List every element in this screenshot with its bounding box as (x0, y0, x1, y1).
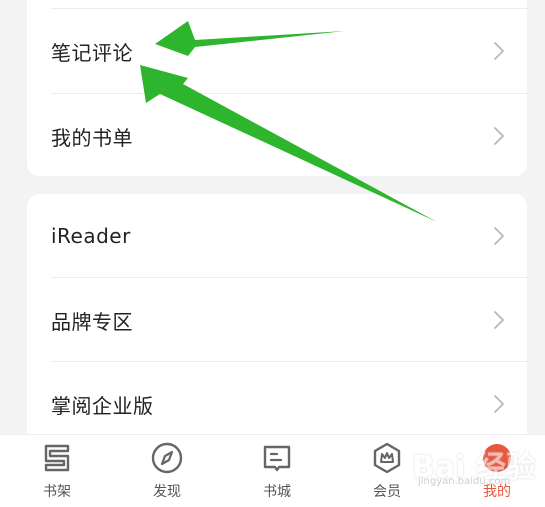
menu-item-brand-zone[interactable]: 品牌专区 (27, 278, 527, 362)
menu-item-label: iReader (51, 224, 131, 248)
menu-card-1: 笔记评论 我的书单 (27, 0, 527, 176)
compass-icon (151, 442, 183, 474)
tab-discover[interactable]: 发现 (127, 441, 207, 505)
tab-bookstore[interactable]: 书城 (237, 441, 317, 505)
chevron-right-icon (494, 227, 504, 245)
book-store-icon (263, 445, 291, 472)
menu-item-notes-comments[interactable]: 笔记评论 (27, 9, 527, 93)
menu-item-label: 掌阅企业版 (51, 393, 154, 418)
menu-card-2: iReader 品牌专区 掌阅企业版 (27, 194, 527, 454)
chevron-right-icon (494, 395, 504, 413)
bookshelf-icon (44, 444, 70, 472)
menu-item-label: 我的书单 (51, 125, 133, 150)
menu-item-ireader[interactable]: iReader (27, 194, 527, 278)
menu-item-label: 笔记评论 (51, 40, 133, 65)
tab-label: 书城 (263, 484, 291, 500)
tab-label: 会员 (373, 484, 401, 500)
tab-label: 书架 (43, 484, 71, 500)
tab-bookshelf[interactable]: 书架 (17, 441, 97, 505)
crown-badge-icon (373, 442, 401, 474)
chevron-right-icon (494, 311, 504, 329)
chevron-right-icon (494, 127, 504, 145)
chevron-right-icon (494, 42, 504, 60)
tab-label: 发现 (153, 484, 181, 500)
menu-item-my-booklist[interactable]: 我的书单 (27, 94, 527, 176)
menu-item-label: 品牌专区 (51, 309, 133, 334)
watermark-url: jingyan.baidu.com (418, 476, 511, 487)
